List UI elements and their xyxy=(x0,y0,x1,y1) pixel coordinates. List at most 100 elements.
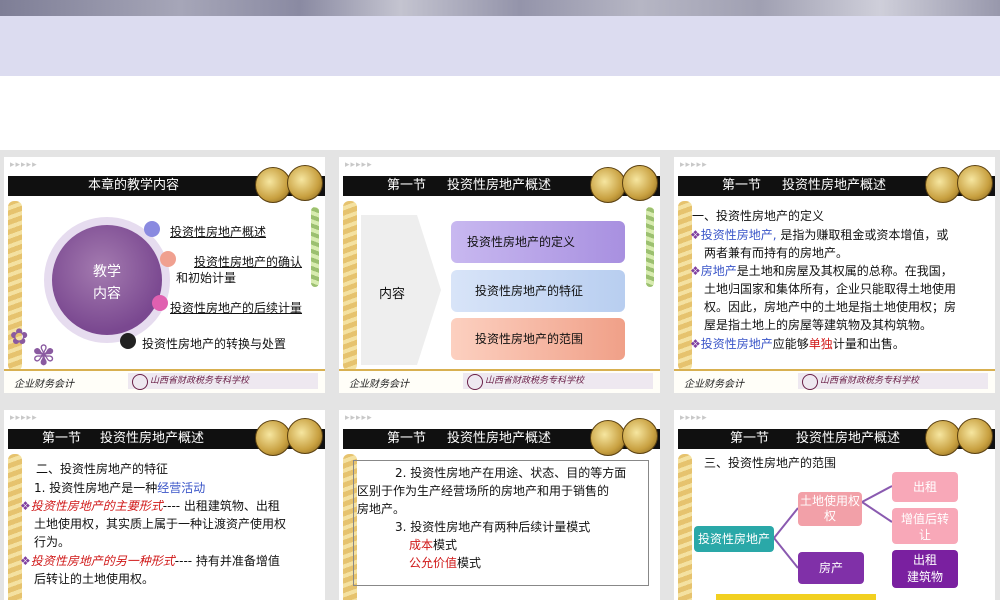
section-label: 第一节 xyxy=(387,431,427,446)
pill-characteristics[interactable]: 投资性房地产的特征 xyxy=(451,270,625,312)
term-investment-property: 投资性房地产, xyxy=(700,228,777,242)
coins-icon xyxy=(588,416,660,456)
main-form-text: ---- 出租建筑物、出租 xyxy=(162,499,280,513)
measurement-modes: 3. 投资性房地产有两种后续计量模式 成本模式 公允价值模式 xyxy=(395,518,590,572)
characteristic-text: 1. 投资性房地产是一种 xyxy=(34,481,158,495)
slide-thumbnail-1[interactable]: ▸▸▸▸▸ 本章的教学内容 教学 内容 投资性房地产概述 投资性房地产的确认 和… xyxy=(4,157,325,393)
diamond-bullet-icon: ❖ xyxy=(690,264,701,278)
slide-thumbnail-4[interactable]: ▸▸▸▸▸ 第一节 投资性房地产概述 二、投资性房地产的特征 1. 投资性房地产… xyxy=(4,410,325,600)
definition-paragraph-3: ❖投资性房地产应能够单独计量和出售。 xyxy=(690,335,990,353)
circle-label-1: 教学 xyxy=(93,264,121,280)
coins-icon xyxy=(588,163,660,203)
flower-decoration-icon: ✾ xyxy=(32,339,56,372)
lease-building-label: 出租 xyxy=(912,553,937,567)
slide-footer: 企业财务会计 山西省财政税务专科学校 xyxy=(339,369,660,393)
term-business-activity: 经营活动 xyxy=(157,481,206,495)
wheat-decoration-icon xyxy=(343,201,357,371)
term-other-form: 投资性房地产的另一种形式 xyxy=(30,554,175,568)
header-photo-strip xyxy=(0,0,1000,16)
appreciation-label: 增值后转 xyxy=(900,512,949,526)
section-label: 第一节 xyxy=(387,178,427,193)
toc-item-recognition-2[interactable]: 和初始计量 xyxy=(176,269,236,286)
diamond-bullet-icon: ❖ xyxy=(690,228,701,242)
arrow-decoration-icon: ▸▸▸▸▸ xyxy=(345,413,373,423)
footer-course-label: 企业财务会计 xyxy=(349,379,409,390)
leaf-decoration-icon xyxy=(311,207,319,287)
land-label-2: 权 xyxy=(823,509,836,523)
mode-label-2: 模式 xyxy=(457,556,482,570)
footer-school-label: 山西省财政税务专科学校 xyxy=(128,373,318,389)
arrow-decoration-icon: ▸▸▸▸▸ xyxy=(10,413,38,423)
characteristics-heading: 二、投资性房地产的特征 xyxy=(36,462,169,476)
slide-thumbnail-3[interactable]: ▸▸▸▸▸ 第一节 投资性房地产概述 一、投资性房地产的定义 ❖投资性房地产, … xyxy=(674,157,995,393)
term-cost: 成本 xyxy=(409,538,434,552)
scope-appreciation-node: 增值后转 让 xyxy=(892,508,958,544)
other-form-text-2: 后转让的土地使用权。 xyxy=(34,572,155,586)
bullet-dot-icon xyxy=(152,295,168,311)
arrow-decoration-icon: ▸▸▸▸▸ xyxy=(680,160,708,170)
slide-thumbnail-2[interactable]: ▸▸▸▸▸ 第一节 投资性房地产概述 内容 投资性房地产的定义 投资性房地产的特… xyxy=(339,157,660,393)
scope-lease-node: 出租 xyxy=(892,472,958,502)
measurement-heading: 3. 投资性房地产有两种后续计量模式 xyxy=(395,520,591,534)
paragraph-text-2: 区别于作为生产经营场所的房地产和用于销售的 xyxy=(357,484,610,498)
coins-icon xyxy=(923,163,995,203)
slide-title: 投资性房地产概述 xyxy=(782,178,887,193)
school-logo-icon xyxy=(802,374,818,390)
leaf-decoration-icon xyxy=(646,207,654,287)
flower-decoration-icon: ✿ xyxy=(10,325,29,350)
slide-thumbnail-6[interactable]: ▸▸▸▸▸ 第一节 投资性房地产概述 三、投资性房地产的范围 投资性房地产 土地… xyxy=(674,410,995,600)
arrow-decoration-icon: ▸▸▸▸▸ xyxy=(345,160,373,170)
slide-thumbnail-5[interactable]: ▸▸▸▸▸ 第一节 投资性房地产概述 2. 投资性房地产在用途、状态、目的等方面… xyxy=(339,410,660,600)
slide-title: 投资性房地产概述 xyxy=(100,431,205,446)
highlight-strip xyxy=(716,594,876,600)
slide-footer: 企业财务会计 山西省财政税务专科学校 xyxy=(4,369,325,393)
definition-paragraph-2: ❖房地产是土地和房屋及其权属的总称。在我国， 土地归国家和集体所有，企业只能取得… xyxy=(690,262,990,334)
toc-item-recognition[interactable]: 投资性房地产的确认 xyxy=(194,253,302,270)
main-form-text-2: 土地使用权，其实质上属于一种让渡资产使用权 xyxy=(34,517,287,531)
section-label: 第一节 xyxy=(42,431,82,446)
characteristic-other-form: ❖投资性房地产的另一种形式---- 持有并准备增值 后转让的土地使用权。 xyxy=(20,552,320,588)
bullet-dot-icon xyxy=(120,333,136,349)
bullet-dot-icon xyxy=(160,251,176,267)
section-label: 第一节 xyxy=(722,178,762,193)
appreciation-label-2: 让 xyxy=(918,528,931,542)
main-form-text-3: 行为。 xyxy=(34,535,71,549)
mode-label: 模式 xyxy=(433,538,458,552)
characteristic-line-1: 1. 投资性房地产是一种经营活动 xyxy=(34,479,205,497)
header-banner xyxy=(0,0,1000,76)
slide-title: 投资性房地产概述 xyxy=(447,431,552,446)
definition-heading: 一、投资性房地产的定义 xyxy=(692,209,825,223)
pill-definition[interactable]: 投资性房地产的定义 xyxy=(451,221,625,263)
footer-school-label: 山西省财政税务专科学校 xyxy=(798,373,988,389)
toc-item-conversion[interactable]: 投资性房地产的转换与处置 xyxy=(142,335,286,352)
scope-lease-building-node: 出租 建筑物 xyxy=(892,550,958,588)
definition-text: 是指为赚取租金或资本增值，或 xyxy=(780,228,949,242)
slide-title: 投资性房地产概述 xyxy=(447,178,552,193)
definition-text-2: 两者兼有而持有的房地产。 xyxy=(704,246,849,260)
diamond-bullet-icon: ❖ xyxy=(20,554,31,568)
diamond-bullet-icon: ❖ xyxy=(690,337,701,351)
school-logo-icon xyxy=(132,374,148,390)
paragraph-text: 2. 投资性房地产在用途、状态、目的等方面 xyxy=(395,466,627,480)
footer-course-label: 企业财务会计 xyxy=(684,379,744,390)
coins-icon xyxy=(253,163,325,203)
measure-text-2: 计量和出售。 xyxy=(832,337,905,351)
paragraph-text-3: 房地产。 xyxy=(357,502,406,516)
toc-item-subsequent[interactable]: 投资性房地产的后续计量 xyxy=(170,299,302,316)
real-estate-text-4: 屋是指土地上的房屋等建筑物及其构筑物。 xyxy=(704,318,933,332)
land-label: 土地使用权 xyxy=(799,494,860,508)
term-investment-property-2: 投资性房地产 xyxy=(700,337,773,351)
pill-scope[interactable]: 投资性房地产的范围 xyxy=(451,318,625,360)
slide-title: 本章的教学内容 xyxy=(88,178,180,193)
term-main-form: 投资性房地产的主要形式 xyxy=(30,499,163,513)
content-label: 内容 xyxy=(379,287,406,302)
slide-footer: 企业财务会计 山西省财政税务专科学校 xyxy=(674,369,995,393)
term-fair-value: 公允价值 xyxy=(409,556,458,570)
real-estate-text-2: 土地归国家和集体所有，企业只能取得土地使用 xyxy=(704,282,957,296)
lease-building-label-2: 建筑物 xyxy=(906,570,943,584)
scope-land-use-right-node: 土地使用权 权 xyxy=(798,492,862,526)
footer-course-label: 企业财务会计 xyxy=(14,379,74,390)
highlight-separately: 单独 xyxy=(808,337,833,351)
toc-item-overview[interactable]: 投资性房地产概述 xyxy=(170,223,266,240)
diamond-bullet-icon: ❖ xyxy=(20,499,31,513)
